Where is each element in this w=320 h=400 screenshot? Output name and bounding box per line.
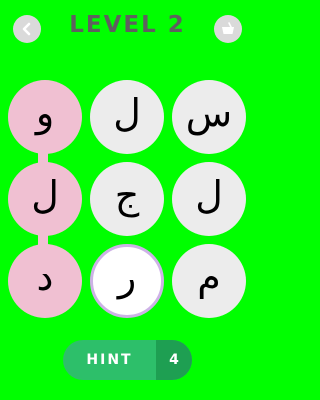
tile-letter: و bbox=[35, 91, 55, 135]
tile-letter: س bbox=[185, 91, 233, 135]
letter-tile[interactable]: و bbox=[8, 80, 82, 154]
letter-tile[interactable]: ج bbox=[90, 162, 164, 236]
letter-tile[interactable]: م bbox=[172, 244, 246, 318]
hint-button[interactable]: HINT 4 bbox=[63, 340, 192, 380]
letter-tile[interactable]: ل bbox=[90, 80, 164, 154]
hint-count: 4 bbox=[156, 340, 192, 380]
tile-letter: ج bbox=[114, 173, 140, 217]
tile-letter: م bbox=[197, 255, 221, 299]
letter-tile[interactable]: د bbox=[8, 244, 82, 318]
letter-tile[interactable]: ر bbox=[90, 244, 164, 318]
tile-letter: ل bbox=[195, 173, 223, 217]
tile-letter: ل bbox=[113, 91, 141, 135]
hint-label: HINT bbox=[86, 352, 133, 368]
letter-tile[interactable]: ل bbox=[172, 162, 246, 236]
letter-grid: ولسلجلدرم bbox=[0, 0, 255, 320]
tile-letter: ر bbox=[117, 255, 137, 299]
tile-letter: ل bbox=[31, 173, 59, 217]
letter-tile[interactable]: ل bbox=[8, 162, 82, 236]
tile-letter: د bbox=[36, 255, 54, 299]
letter-tile[interactable]: س bbox=[172, 80, 246, 154]
